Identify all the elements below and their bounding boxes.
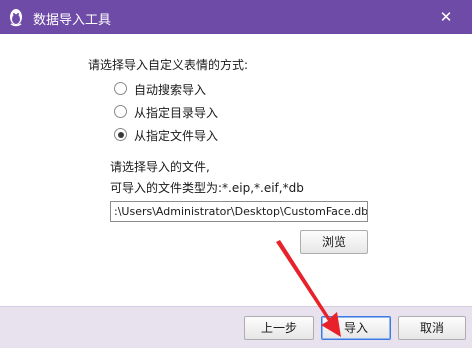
cancel-button[interactable]: 取消: [398, 316, 466, 340]
file-select-hint: 请选择导入的文件,: [110, 160, 210, 174]
import-button[interactable]: 导入: [321, 316, 391, 340]
radio-button-icon[interactable]: [114, 82, 127, 95]
radio-label: 自动搜索导入: [134, 83, 207, 97]
import-tool-window: 数据导入工具 ✕ 请选择导入自定义表情的方式: 自动搜索导入 从指定目录导入 从…: [0, 0, 472, 348]
browse-button[interactable]: 浏览: [300, 230, 368, 254]
file-type-hint: 可导入的文件类型为:*.eip,*.eif,*db: [110, 181, 304, 195]
file-path-input[interactable]: :\Users\Administrator\Desktop\CustomFace…: [110, 201, 368, 222]
radio-button-selected-icon[interactable]: [114, 128, 127, 141]
radio-label: 从指定文件导入: [134, 129, 219, 143]
window-title: 数据导入工具: [33, 13, 112, 28]
previous-button[interactable]: 上一步: [244, 316, 314, 340]
radio-label: 从指定目录导入: [134, 106, 219, 120]
qq-penguin-icon: [10, 9, 22, 27]
import-method-prompt: 请选择导入自定义表情的方式:: [88, 58, 249, 72]
close-button[interactable]: ✕: [424, 2, 468, 32]
title-bar[interactable]: 数据导入工具 ✕: [0, 0, 472, 34]
radio-button-icon[interactable]: [114, 105, 127, 118]
annotation-arrow: [276, 240, 341, 337]
close-icon: ✕: [439, 8, 453, 26]
